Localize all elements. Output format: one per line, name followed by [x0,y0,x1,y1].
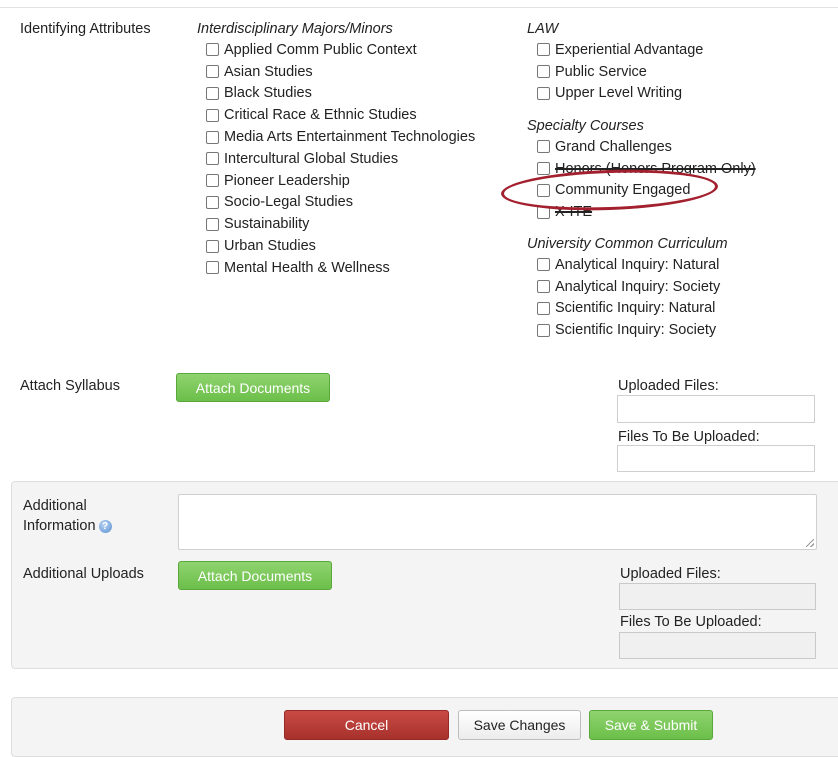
syllabus-files-to-upload-box [617,445,815,472]
checkbox-label[interactable]: Upper Level Writing [555,85,682,101]
checkbox-item[interactable]: Socio-Legal Studies [206,192,475,214]
additional-information-label-line1: Additional [23,498,87,514]
syllabus-files-to-upload-label: Files To Be Uploaded: [618,429,760,445]
checkbox-label[interactable]: Mental Health & Wellness [224,260,390,276]
attach-additional-documents-button[interactable]: Attach Documents [178,561,332,590]
checkbox-label[interactable]: Analytical Inquiry: Natural [555,257,719,273]
checkbox[interactable] [206,195,219,209]
checkbox-item[interactable]: Media Arts Entertainment Technologies [206,126,475,148]
checkbox-label[interactable]: Sustainability [224,216,309,232]
checkbox-label[interactable]: Scientific Inquiry: Natural [555,300,715,316]
checkbox-item[interactable]: Urban Studies [206,235,475,257]
checkbox[interactable] [206,130,219,144]
checkbox-item[interactable]: Black Studies [206,83,475,105]
checkbox[interactable] [537,280,550,294]
attach-syllabus-label: Attach Syllabus [20,378,120,394]
checkbox-item[interactable]: Grand Challenges [537,136,756,158]
syllabus-uploaded-files-box [617,395,815,423]
checkbox-label[interactable]: Experiential Advantage [555,42,703,58]
checkbox[interactable] [206,65,219,79]
cancel-button[interactable]: Cancel [284,710,449,740]
checkbox[interactable] [537,162,550,176]
majors-group-title: Interdisciplinary Majors/Minors [197,21,393,37]
additional-information-textarea[interactable] [178,494,817,550]
checkbox-label[interactable]: Scientific Inquiry: Society [555,322,716,338]
checkbox-item[interactable]: Scientific Inquiry: Natural [537,298,720,320]
law-checkbox-list: Experiential Advantage Public Service Up… [537,39,703,104]
checkbox[interactable] [206,217,219,231]
checkbox[interactable] [206,239,219,253]
checkbox-item[interactable]: Public Service [537,61,703,83]
checkbox-label[interactable]: Intercultural Global Studies [224,151,398,167]
checkbox-item[interactable]: Sustainability [206,213,475,235]
checkbox-label[interactable]: Grand Challenges [555,139,672,155]
checkbox[interactable] [537,258,550,272]
additional-uploaded-files-label: Uploaded Files: [620,566,721,582]
checkbox-label[interactable]: Asian Studies [224,64,313,80]
additional-information-label-line2: Information [23,518,96,534]
checkbox-label[interactable]: Applied Comm Public Context [224,42,417,58]
additional-information-label: Additional Information? [23,496,112,536]
checkbox-label[interactable]: Critical Race & Ethnic Studies [224,107,417,123]
checkbox-label[interactable]: Analytical Inquiry: Society [555,279,720,295]
checkbox[interactable] [537,183,550,197]
checkbox[interactable] [206,43,219,57]
attach-syllabus-button[interactable]: Attach Documents [176,373,330,402]
checkbox-item[interactable]: X-ITE [537,201,756,223]
checkbox[interactable] [537,323,550,337]
save-and-submit-button[interactable]: Save & Submit [589,710,713,740]
ucc-checkbox-list: Analytical Inquiry: Natural Analytical I… [537,254,720,341]
checkbox-label[interactable]: Pioneer Leadership [224,173,350,189]
help-info-icon[interactable]: ? [98,519,112,533]
checkbox-item[interactable]: Honors (Honors Program Only) [537,158,756,180]
specialty-group-title: Specialty Courses [527,118,644,134]
additional-uploads-label: Additional Uploads [23,566,144,582]
checkbox-item[interactable]: Analytical Inquiry: Natural [537,254,720,276]
checkbox[interactable] [206,261,219,275]
checkbox-label[interactable]: Media Arts Entertainment Technologies [224,129,475,145]
additional-files-to-upload-label: Files To Be Uploaded: [620,614,762,630]
specialty-checkbox-list: Grand Challenges Honors (Honors Program … [537,136,756,223]
identifying-attributes-label: Identifying Attributes [20,21,151,37]
checkbox-item[interactable]: Critical Race & Ethnic Studies [206,104,475,126]
checkbox-item-community-engaged[interactable]: Community Engaged [537,180,756,202]
checkbox-label[interactable]: Urban Studies [224,238,316,254]
checkbox[interactable] [206,86,219,100]
checkbox-label[interactable]: X-ITE [555,204,592,220]
ucc-group-title: University Common Curriculum [527,236,728,252]
save-changes-button[interactable]: Save Changes [458,710,581,740]
checkbox[interactable] [206,152,219,166]
checkbox-item[interactable]: Scientific Inquiry: Society [537,319,720,341]
checkbox-item[interactable]: Analytical Inquiry: Society [537,276,720,298]
checkbox-label[interactable]: Public Service [555,64,647,80]
checkbox-item[interactable]: Asian Studies [206,61,475,83]
checkbox-label[interactable]: Socio-Legal Studies [224,194,353,210]
checkbox[interactable] [537,301,550,315]
checkbox-item[interactable]: Pioneer Leadership [206,170,475,192]
checkbox-item[interactable]: Applied Comm Public Context [206,39,475,61]
checkbox[interactable] [537,65,550,79]
checkbox[interactable] [537,205,550,219]
checkbox[interactable] [537,140,550,154]
checkbox-label[interactable]: Black Studies [224,85,312,101]
checkbox-item[interactable]: Experiential Advantage [537,39,703,61]
checkbox[interactable] [537,86,550,100]
additional-files-to-upload-box [619,632,816,659]
checkbox[interactable] [206,108,219,122]
law-group-title: LAW [527,21,559,37]
checkbox[interactable] [206,174,219,188]
checkbox-label[interactable]: Honors (Honors Program Only) [555,161,756,177]
majors-checkbox-list: Applied Comm Public Context Asian Studie… [206,39,475,279]
checkbox-item[interactable]: Upper Level Writing [537,83,703,105]
checkbox-label[interactable]: Community Engaged [555,182,690,198]
checkbox[interactable] [537,43,550,57]
additional-uploaded-files-box [619,583,816,610]
checkbox-item[interactable]: Intercultural Global Studies [206,148,475,170]
resize-handle-icon[interactable] [806,539,814,547]
syllabus-uploaded-files-label: Uploaded Files: [618,378,719,394]
checkbox-item[interactable]: Mental Health & Wellness [206,257,475,279]
top-divider [0,7,838,8]
